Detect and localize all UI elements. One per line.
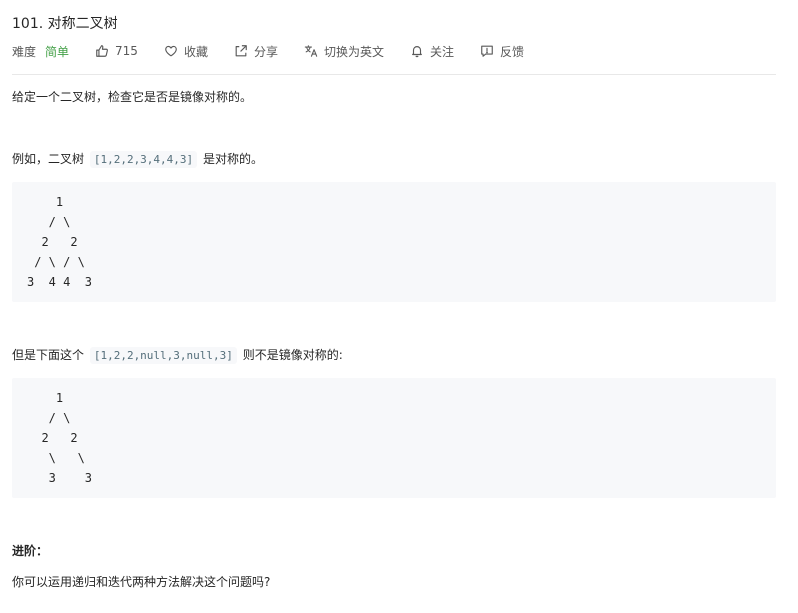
header-divider: [12, 74, 776, 75]
difficulty: 难度 简单: [12, 43, 69, 60]
advanced-title: 进阶：: [12, 544, 49, 558]
example2-inline-code: [1,2,2,null,3,null,3]: [89, 347, 237, 364]
difficulty-label: 难度: [12, 44, 37, 59]
likes-count: 715: [115, 44, 138, 58]
translate-icon: [304, 44, 318, 58]
translate-button[interactable]: 切换为英文: [304, 43, 384, 60]
favorite-label: 收藏: [183, 44, 208, 59]
problem-meta-bar: 难度 简单 715 收藏 分享 切换为英文 关注 反馈: [12, 41, 550, 61]
example1-suffix: 是对称的。: [199, 152, 263, 166]
feedback-button[interactable]: 反馈: [480, 43, 524, 60]
difficulty-value: 简单: [45, 44, 70, 59]
example1-inline-code: [1,2,2,3,4,4,3]: [89, 151, 198, 168]
heart-icon: [164, 44, 178, 58]
feedback-icon: [480, 44, 494, 58]
example1-sentence: 例如，二叉树 [1,2,2,3,4,4,3] 是对称的。: [12, 150, 263, 169]
tree2-ascii: 1 / \ 2 2 \ \ 3 3: [41, 391, 93, 485]
share-label: 分享: [253, 44, 278, 59]
example2-prefix: 但是下面这个: [12, 348, 88, 362]
like-button[interactable]: 715: [95, 44, 138, 58]
share-icon: [234, 44, 248, 58]
feedback-label: 反馈: [500, 44, 525, 59]
tree1-ascii: 1 / \ 2 2 / \ / \ 3 4 4 3: [27, 195, 93, 289]
description-intro: 给定一个二叉树，检查它是否是镜像对称的。: [12, 90, 253, 104]
thumbs-up-icon: [95, 44, 109, 58]
example2-sentence: 但是下面这个 [1,2,2,null,3,null,3] 则不是镜像对称的:: [12, 346, 343, 365]
follow-button[interactable]: 关注: [410, 43, 454, 60]
example2-suffix: 则不是镜像对称的:: [238, 348, 343, 362]
tree2-code-block: 1 / \ 2 2 \ \ 3 3: [12, 378, 776, 498]
share-button[interactable]: 分享: [234, 43, 278, 60]
favorite-button[interactable]: 收藏: [164, 43, 208, 60]
tree1-code-block: 1 / \ 2 2 / \ / \ 3 4 4 3: [12, 182, 776, 302]
advanced-text: 你可以运用递归和迭代两种方法解决这个问题吗?: [12, 575, 271, 589]
bell-icon: [410, 44, 424, 58]
example1-prefix: 例如，二叉树: [12, 152, 88, 166]
problem-title: 101. 对称二叉树: [12, 16, 118, 32]
follow-label: 关注: [429, 44, 454, 59]
translate-label: 切换为英文: [323, 44, 384, 59]
